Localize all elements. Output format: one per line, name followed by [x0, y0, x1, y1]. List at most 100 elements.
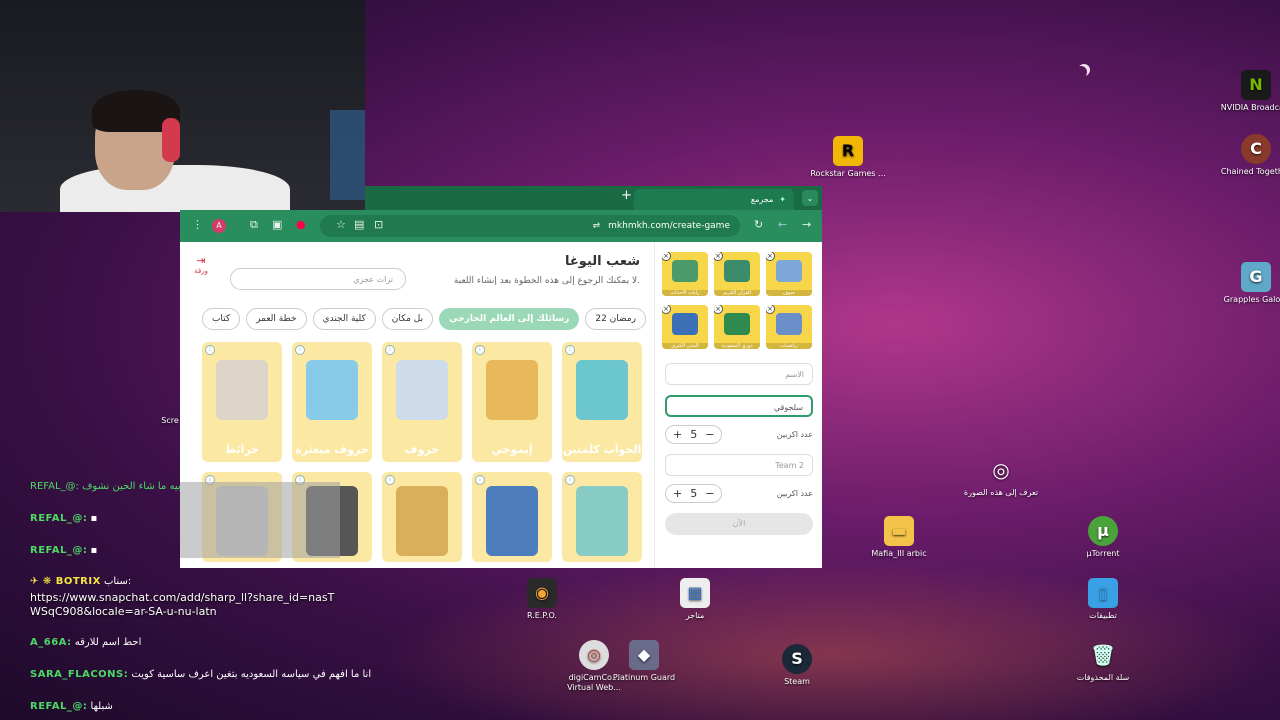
category-card[interactable]: i إيموجي — [472, 342, 552, 462]
desktop-icon-grapples[interactable]: G Grapples Galore — [1218, 262, 1280, 305]
chat-text: سناب: — [103, 576, 132, 587]
card-title: حروف مبعثرة — [295, 443, 369, 456]
category-card[interactable]: i خرائط — [202, 342, 282, 462]
desktop-icon-steam[interactable]: S Steam — [759, 644, 835, 687]
info-icon[interactable]: i — [385, 345, 395, 355]
increment-icon[interactable]: + — [673, 487, 682, 500]
profile-avatar[interactable]: A — [212, 219, 226, 233]
reading-mode-icon[interactable]: ▤ — [354, 218, 364, 231]
install-app-icon[interactable]: ⊡ — [374, 218, 383, 231]
decrement-icon[interactable]: − — [705, 428, 714, 441]
page-title: شعب اليوغا — [565, 254, 640, 269]
stream-overlay-box — [180, 482, 340, 558]
chat-text: انا ما افهم في سياسه السعوديه بتغين اعرف… — [131, 669, 372, 680]
chat-link[interactable]: https://www.snapchat.com/add/sharp_ll?sh… — [30, 591, 340, 619]
category-label: جيوف — [766, 290, 812, 296]
desktop-icon-label: تطبيقات — [1089, 611, 1117, 620]
chip-messages[interactable]: رسائلك إلى العالم الخارجي — [439, 308, 580, 330]
decrement-icon[interactable]: − — [705, 487, 714, 500]
desktop-icon-utorrent[interactable]: µ µTorrent — [1065, 516, 1141, 559]
remove-icon[interactable]: × — [662, 305, 671, 314]
back-icon[interactable]: → — [802, 218, 811, 231]
remove-icon[interactable]: × — [714, 305, 723, 314]
card-image — [576, 360, 628, 420]
remove-icon[interactable]: × — [766, 305, 775, 314]
moon — [1075, 66, 1087, 78]
remove-icon[interactable]: × — [766, 252, 775, 261]
desktop-icon-store[interactable]: ▦ متاجر — [657, 578, 733, 621]
selected-category[interactable]: × القرآن الكريم — [714, 252, 760, 296]
forward-icon[interactable]: ← — [778, 218, 787, 231]
search-input[interactable]: تراث عجري — [230, 268, 406, 290]
desktop-icon-mafia[interactable]: ▬ Mafia_III arbic — [861, 516, 937, 559]
chat-username: SARA_FLACONS: — [30, 669, 129, 680]
selected-category[interactable]: × رياضيات — [766, 305, 812, 349]
chat-text: شبلها — [90, 701, 113, 712]
site-settings-icon[interactable]: ⇌ — [593, 221, 601, 231]
desktop-icon-recycle[interactable]: 🗑 سلة المحذوفات — [1065, 640, 1141, 683]
desktop-icon-chained[interactable]: C Chained Together — [1218, 134, 1280, 177]
category-card[interactable]: i الجواب كلمتين — [562, 342, 642, 462]
info-icon[interactable]: i — [385, 475, 395, 485]
game-setup-panel: × جيوف × القرآن الكريم × رايات الاحداث ×… — [654, 242, 822, 568]
desktop-icon-label: Rockstar Games ... — [810, 169, 886, 178]
selected-category[interactable]: × دوري السعودية — [714, 305, 760, 349]
extension-red-icon[interactable]: ● — [296, 218, 306, 231]
team1-name-input[interactable]: سلجوقي — [665, 395, 813, 417]
chip-life-plan[interactable]: خطة العمر — [246, 308, 307, 330]
info-icon[interactable]: i — [205, 345, 215, 355]
chip-soldier[interactable]: كلية الجندي — [312, 308, 376, 330]
tab-title: مجرمع — [750, 195, 774, 204]
bookmark-star-icon[interactable]: ☆ — [336, 218, 346, 231]
info-icon[interactable]: i — [565, 345, 575, 355]
team2-players-value: 5 — [690, 487, 698, 500]
selected-category[interactable]: × المدن الكبرى — [662, 305, 708, 349]
category-card[interactable]: i — [472, 472, 552, 562]
new-tab-button[interactable]: + — [621, 188, 632, 203]
menu-dots-icon[interactable]: ⋮ — [192, 218, 203, 231]
increment-icon[interactable]: + — [673, 428, 682, 441]
extensions-icon[interactable]: ⧉ — [250, 218, 258, 232]
chat-line: A_66A: احط اسم للارقه — [30, 637, 141, 648]
category-card[interactable]: i حروف مبعثرة — [292, 342, 372, 462]
selected-category[interactable]: × جيوف — [766, 252, 812, 296]
chat-line: REFAL_@: ▪ — [30, 545, 97, 556]
desktop-icon-identify[interactable]: ◎ تعرف إلى هذه الصورة — [963, 455, 1039, 498]
info-icon[interactable]: i — [565, 475, 575, 485]
chip-ramadan[interactable]: رمضان 22 — [585, 308, 646, 330]
category-card[interactable]: i حروف — [382, 342, 462, 462]
category-label: المدن الكبرى — [662, 343, 708, 349]
desktop-icon-platinum[interactable]: ◆ Platinum Guard — [606, 640, 682, 683]
emote-icon: ▪ — [90, 545, 98, 556]
reload-icon[interactable]: ↻ — [754, 218, 763, 231]
team1-players-stepper[interactable]: + 5 − — [665, 425, 723, 444]
info-icon[interactable]: i — [475, 345, 485, 355]
desktop-icon-rockstar[interactable]: R Rockstar Games ... — [810, 136, 886, 179]
sheet-button[interactable]: ⇥ ورقة — [192, 254, 210, 275]
chained-icon: C — [1241, 134, 1271, 164]
category-card[interactable]: i — [382, 472, 462, 562]
remove-icon[interactable]: × — [714, 252, 723, 261]
webcam-person-shirt — [60, 165, 290, 212]
team2-name-input[interactable]: Team 2 — [665, 454, 813, 476]
browser-tab[interactable]: مجرمع ✦ — [634, 189, 794, 210]
desktop-icon-label: Grapples Galore — [1223, 295, 1280, 304]
selected-categories: × جيوف × القرآن الكريم × رايات الاحداث ×… — [662, 252, 812, 349]
chip-book[interactable]: كتاب — [201, 308, 241, 330]
remove-icon[interactable]: × — [662, 252, 671, 261]
start-game-button[interactable]: الآن — [665, 513, 813, 535]
category-image — [776, 260, 802, 282]
info-icon[interactable]: i — [295, 345, 305, 355]
game-name-input[interactable]: الاسم — [665, 363, 813, 385]
desktop-icon-nvidia[interactable]: N NVIDIA Broadcast — [1218, 70, 1280, 113]
tab-search-button[interactable]: ⌄ — [802, 190, 818, 206]
info-icon[interactable]: i — [475, 475, 485, 485]
desktop-icon-repo[interactable]: ◉ R.E.P.O. — [504, 578, 580, 621]
team2-players-stepper[interactable]: + 5 − — [665, 484, 723, 503]
desktop-icon-apps[interactable]: ▯ تطبيقات — [1065, 578, 1141, 621]
category-card[interactable]: i — [562, 472, 642, 562]
selected-category[interactable]: × رايات الاحداث — [662, 252, 708, 296]
card-image — [396, 486, 448, 556]
chip-place[interactable]: بل مكان — [381, 308, 434, 330]
translate-icon[interactable]: ▣ — [272, 218, 282, 231]
